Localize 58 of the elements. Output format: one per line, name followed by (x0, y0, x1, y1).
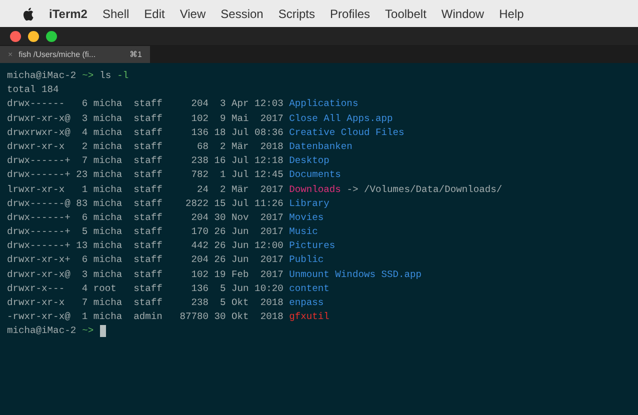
menu-item[interactable]: Help (499, 4, 524, 22)
total-line: total 184 (7, 83, 59, 98)
file-name: Library (289, 196, 330, 211)
tab-title: fish /Users/miche (fi... (18, 48, 96, 60)
text-cursor (100, 325, 106, 338)
file-details: drwx------+ 6 micha staff 204 30 Nov 2017 (7, 210, 284, 225)
menu-item[interactable]: Edit (144, 4, 165, 22)
file-name: Datenbanken (289, 140, 352, 154)
prompt-user-host: micha@iMac-2 (7, 69, 76, 83)
app-menu[interactable]: iTerm2 (49, 4, 88, 22)
file-name: enpass (289, 296, 324, 310)
file-name: content (289, 282, 330, 296)
file-details: drwx------+ 13 micha staff 442 26 Jun 12:00 (7, 239, 284, 254)
file-details: drwxr-xr-x@ 3 micha staff 102 19 Feb 2017 (7, 268, 284, 282)
minimize-window-icon[interactable] (28, 30, 39, 42)
tab-shortcut: ⌘1 (130, 48, 142, 60)
menu-item[interactable]: Window (441, 4, 484, 22)
file-name: Public (289, 253, 324, 268)
file-details: -rwxr-xr-x@ 1 micha admin 87780 30 Okt 2018 (7, 310, 284, 324)
prompt-arrow: ~> (82, 69, 94, 83)
file-name: Desktop (289, 154, 330, 168)
file-name: Movies (289, 210, 324, 225)
file-details: drwxr-xr-x+ 6 micha staff 204 26 Jun 2017 (7, 253, 284, 268)
file-details: drwx------+ 7 micha staff 238 16 Jul 12:18 (7, 154, 284, 168)
file-details: drwxr-xr-x 2 micha staff 68 2 Mär 2018 (7, 140, 284, 154)
maximize-window-icon[interactable] (46, 30, 57, 42)
command-argument: -l (117, 69, 129, 83)
file-name: Close All Apps.app (289, 112, 393, 126)
file-name: Unmount Windows SSD.app (289, 268, 422, 282)
menu-item[interactable]: Session (220, 4, 264, 22)
menu-item[interactable]: Profiles (330, 4, 370, 22)
file-details: drwxr-xr-x 7 micha staff 238 5 Okt 2018 (7, 296, 284, 310)
file-name: gfxutil (289, 310, 330, 324)
menu-item[interactable]: View (180, 4, 206, 22)
menu-item[interactable]: Shell (102, 4, 130, 22)
file-name: Documents (289, 168, 341, 182)
file-details: drwx------+ 5 micha staff 170 26 Jun 2017 (7, 225, 284, 240)
command-text: ls (100, 69, 112, 83)
prompt-user-host: micha@iMac-2 (7, 324, 76, 338)
file-name: Music (289, 225, 318, 240)
menu-item[interactable]: Scripts (278, 4, 316, 22)
file-details: drwx------+ 23 micha staff 782 1 Jul 12:45 (7, 168, 284, 182)
apple-logo-icon[interactable] (22, 6, 34, 20)
file-name: Downloads (289, 182, 341, 196)
link-target: -> /Volumes/Data/Downloads/ (346, 182, 502, 196)
file-details: drwx------ 6 micha staff 204 3 Apr 12:03 (7, 97, 284, 112)
menu-item[interactable]: Toolbelt (385, 4, 426, 22)
file-name: Creative Cloud Files (289, 126, 404, 140)
file-details: lrwxr-xr-x 1 micha staff 24 2 Mär 2017 (7, 182, 284, 196)
prompt-arrow: ~> (82, 324, 94, 338)
file-name: Pictures (289, 239, 336, 254)
close-window-icon[interactable] (10, 30, 21, 42)
terminal-tab[interactable]: × fish /Users/miche (fi... ⌘1 (0, 46, 150, 63)
file-details: drwxrwxr-x@ 4 micha staff 136 18 Jul 08:36 (7, 126, 284, 140)
file-details: drwxr-xr-x@ 3 micha staff 102 9 Mai 2017 (7, 112, 284, 126)
file-details: drwx------@ 83 micha staff 2822 15 Jul 11:26 (7, 196, 284, 211)
file-name: Applications (289, 97, 358, 112)
file-details: drwxr-x--- 4 root staff 136 5 Jun 10:20 (7, 282, 284, 296)
